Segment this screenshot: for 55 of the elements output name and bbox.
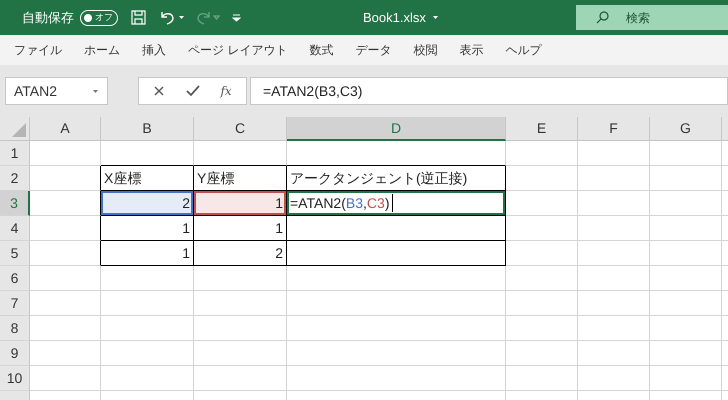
empty-cell[interactable] (287, 241, 506, 266)
empty-cell[interactable] (287, 216, 506, 241)
row-header[interactable]: 7 (0, 291, 30, 316)
column-header[interactable]: G (650, 117, 722, 141)
name-box[interactable]: ATAN2 (5, 77, 108, 105)
check-icon[interactable] (186, 85, 200, 97)
table-cell: アークタンジェント(逆正接) (287, 166, 506, 191)
search-field[interactable]: 検索 (576, 5, 728, 30)
table-cell: 2 (194, 241, 287, 266)
column-header[interactable]: C (194, 117, 287, 141)
menu-tab[interactable]: 表示 (459, 41, 484, 59)
row-header[interactable]: 2 (0, 166, 30, 191)
table-cell: 2 (101, 191, 194, 216)
select-all-icon[interactable] (12, 123, 26, 137)
table-cell[interactable]: =ATAN2(B3,C3) (287, 191, 506, 216)
caret-icon[interactable] (92, 88, 99, 94)
column-header[interactable]: A (30, 117, 101, 141)
file-name[interactable]: Book1.xlsx (363, 8, 426, 28)
menu-tab[interactable]: 挿入 (142, 41, 166, 59)
table-cell: 1 (101, 241, 194, 266)
menu-tab[interactable]: 数式 (309, 41, 334, 59)
caret-icon[interactable] (178, 15, 185, 20)
row-header[interactable]: 1 (0, 141, 30, 166)
menu-tab[interactable]: 校閲 (413, 41, 438, 59)
insert-function-button[interactable]: fx (220, 82, 232, 100)
menu-tab[interactable]: ヘルプ (505, 41, 542, 59)
column-header[interactable]: E (506, 117, 578, 141)
row-header[interactable]: 10 (0, 366, 30, 391)
column-header[interactable]: F (578, 117, 650, 141)
autosave-toggle[interactable]: オフ (80, 10, 118, 26)
table-cell: 1 (101, 216, 194, 241)
formula-field[interactable]: =ATAN2(B3,C3) (250, 77, 728, 105)
column-header[interactable]: D (287, 117, 506, 141)
menu-tab[interactable]: ページ レイアウト (188, 41, 288, 59)
menu-tab[interactable]: ファイル (14, 41, 62, 59)
menu-tab[interactable]: データ (355, 41, 392, 59)
undo-icon[interactable] (159, 10, 176, 25)
search-icon (596, 11, 609, 24)
table-cell: Y座標 (194, 166, 287, 191)
menu-tab[interactable]: ホーム (84, 41, 120, 59)
row-header[interactable]: 6 (0, 266, 30, 291)
caret-icon[interactable] (432, 15, 439, 20)
customize-icon[interactable] (232, 14, 241, 22)
table-cell: 1 (194, 191, 287, 216)
row-header[interactable]: 3 (0, 191, 30, 216)
row-header[interactable]: 9 (0, 341, 30, 366)
autosave-label: 自動保存 (22, 8, 74, 27)
row-header[interactable]: 8 (0, 316, 30, 341)
cancel-icon[interactable] (153, 85, 166, 97)
save-icon[interactable] (131, 10, 146, 25)
row-header[interactable]: 4 (0, 216, 30, 241)
table-cell: 1 (194, 216, 287, 241)
row-header[interactable]: 5 (0, 241, 30, 266)
table-cell: X座標 (101, 166, 194, 191)
column-header[interactable]: B (101, 117, 194, 141)
